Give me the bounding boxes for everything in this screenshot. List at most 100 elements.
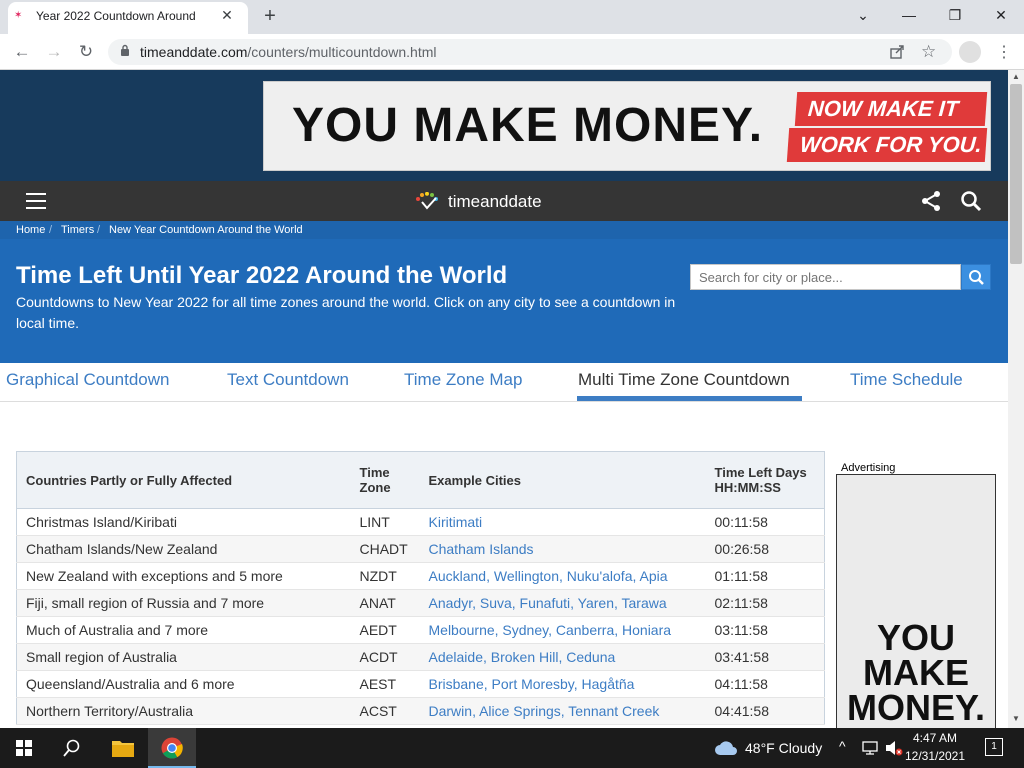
- breadcrumb-home[interactable]: Home: [16, 224, 45, 236]
- scroll-down-icon[interactable]: ▼: [1008, 712, 1024, 726]
- example-cities-link[interactable]: Kiritimati: [419, 508, 706, 536]
- country-cell: Small region of Australia: [16, 643, 351, 671]
- search-button-icon: [969, 270, 984, 285]
- breadcrumb-current[interactable]: New Year Countdown Around the World: [109, 224, 303, 236]
- close-window-button[interactable]: ✕: [978, 0, 1024, 32]
- time-zone-cell: NZDT: [350, 562, 420, 590]
- time-left-cell: 04:11:58: [705, 670, 825, 698]
- taskbar-search-icon[interactable]: [63, 739, 81, 757]
- column-header-time-left: Time Left Days HH:MM:SS: [705, 451, 825, 509]
- maximize-button[interactable]: ❐: [932, 0, 978, 32]
- table-row: Fiji, small region of Russia and 7 more A…: [16, 589, 825, 617]
- scrollbar-thumb[interactable]: [1010, 84, 1022, 264]
- table-row: Queensland/Australia and 6 more AEST Brisb…: [16, 670, 825, 698]
- scroll-up-icon[interactable]: ▲: [1008, 70, 1024, 84]
- column-header-example-cities: Example Cities: [419, 451, 706, 509]
- share-page-icon[interactable]: [889, 44, 905, 60]
- country-cell: Fiji, small region of Russia and 7 more: [16, 589, 351, 617]
- tab-time-zone-map[interactable]: Time Zone Map: [404, 370, 522, 390]
- url-path: /counters/multicountdown.html: [247, 44, 437, 60]
- breadcrumb-separator: /: [97, 224, 101, 236]
- time-zone-cell: LINT: [350, 508, 420, 536]
- search-icon[interactable]: [960, 190, 982, 212]
- ad-tagline-2: WORK FOR YOU.: [786, 128, 988, 162]
- tab-search-icon[interactable]: ⌄: [840, 0, 886, 32]
- reload-button[interactable]: ↻: [74, 40, 98, 64]
- tab-graphical-countdown[interactable]: Graphical Countdown: [6, 370, 169, 390]
- url-text[interactable]: timeanddate.com/counters/multicountdown.…: [140, 44, 437, 60]
- site-logo[interactable]: timeanddate: [448, 192, 542, 212]
- active-tab-indicator: [577, 396, 802, 401]
- bookmark-star-icon[interactable]: ☆: [921, 42, 936, 62]
- network-icon[interactable]: [862, 741, 878, 755]
- top-ad-banner[interactable]: YOU MAKE MONEY. NOW MAKE IT WORK FOR YOU…: [263, 81, 991, 171]
- table-row: Chatham Islands/New Zealand CHADT Chatham …: [16, 535, 825, 563]
- country-cell: Chatham Islands/New Zealand: [16, 535, 351, 563]
- table-header-row: Countries Partly or Fully Affected Time …: [16, 451, 825, 509]
- column-header-countries: Countries Partly or Fully Affected: [16, 451, 351, 509]
- hamburger-menu-icon[interactable]: [26, 193, 46, 209]
- table-row: Christmas Island/Kiribati LINT Kiritimati 0…: [16, 508, 825, 536]
- time-left-cell: 03:41:58: [705, 643, 825, 671]
- breadcrumb-separator: /: [49, 224, 53, 236]
- forward-button[interactable]: →: [42, 40, 66, 64]
- city-search-input[interactable]: [690, 264, 961, 290]
- chevron-up-icon[interactable]: ^: [839, 738, 846, 754]
- ad-tagline-1: NOW MAKE IT: [794, 92, 988, 126]
- side-ad[interactable]: YOU MAKE MONEY.: [836, 474, 996, 734]
- tab-time-schedule[interactable]: Time Schedule: [850, 370, 963, 390]
- new-tab-button[interactable]: +: [258, 5, 282, 29]
- browser-menu-icon[interactable]: ⋮: [996, 42, 1012, 62]
- country-cell: New Zealand with exceptions and 5 more: [16, 562, 351, 590]
- table-row: New Zealand with exceptions and 5 more NZ…: [16, 562, 825, 590]
- example-cities-link[interactable]: Adelaide, Broken Hill, Ceduna: [419, 643, 706, 671]
- table-row: Northern Territory/Australia ACST Darwin, …: [16, 697, 825, 725]
- country-cell: Northern Territory/Australia: [16, 697, 351, 725]
- clock-date[interactable]: 12/31/2021: [900, 749, 970, 763]
- example-cities-link[interactable]: Chatham Islands: [419, 535, 706, 563]
- example-cities-link[interactable]: Auckland, Wellington, Nuku'alofa, Apia: [419, 562, 706, 590]
- time-left-cell: 03:11:58: [705, 616, 825, 644]
- logo-icon[interactable]: [414, 192, 444, 212]
- site-favicon-icon: ✶: [14, 10, 23, 21]
- windows-start-icon[interactable]: [16, 740, 32, 756]
- tab-text-countdown[interactable]: Text Countdown: [227, 370, 349, 390]
- notification-center-icon[interactable]: 1: [985, 738, 1003, 756]
- country-cell: Queensland/Australia and 6 more: [16, 670, 351, 698]
- example-cities-link[interactable]: Darwin, Alice Springs, Tennant Creek: [419, 697, 706, 725]
- share-icon[interactable]: [920, 190, 942, 212]
- file-explorer-icon[interactable]: [111, 738, 135, 758]
- cloudy-weather-icon[interactable]: [714, 740, 738, 756]
- time-left-cell: 04:41:58: [705, 697, 825, 725]
- ad-headline: YOU MAKE MONEY.: [292, 99, 764, 152]
- lock-icon: [121, 44, 129, 56]
- chrome-taskbar-button[interactable]: [148, 728, 196, 768]
- table-row: Small region of Australia ACDT Adelaide, B…: [16, 643, 825, 671]
- time-zone-cell: ACST: [350, 697, 420, 725]
- back-button[interactable]: ←: [10, 40, 34, 64]
- tab-title: Year 2022 Countdown Around The World: [36, 9, 196, 23]
- time-zone-cell: AEST: [350, 670, 420, 698]
- url-host: timeanddate.com: [140, 44, 248, 60]
- example-cities-link[interactable]: Anadyr, Suva, Funafuti, Yaren, Tarawa: [419, 589, 706, 617]
- example-cities-link[interactable]: Brisbane, Port Moresby, Hagåtña: [419, 670, 706, 698]
- time-zone-cell: ACDT: [350, 643, 420, 671]
- tab-close-icon[interactable]: ✕: [218, 6, 236, 24]
- time-left-cell: 00:26:58: [705, 535, 825, 563]
- countdown-table: Countries Partly or Fully Affected Time …: [16, 451, 825, 725]
- clock-time[interactable]: 4:47 AM: [900, 731, 970, 745]
- search-button[interactable]: [961, 264, 991, 290]
- notification-count: 1: [991, 741, 997, 752]
- tab-multi-time-zone-countdown[interactable]: Multi Time Zone Countdown: [578, 370, 790, 390]
- time-zone-cell: CHADT: [350, 535, 420, 563]
- minimize-button[interactable]: —: [886, 0, 932, 32]
- profile-avatar[interactable]: [959, 41, 981, 63]
- weather-text[interactable]: 48°F Cloudy: [745, 740, 822, 756]
- column-header-time-zone: Time Zone: [350, 451, 420, 509]
- advertising-label: Advertising: [841, 462, 896, 474]
- time-left-cell: 00:11:58: [705, 508, 825, 536]
- breadcrumb-timers[interactable]: Timers: [61, 224, 94, 236]
- page-description: Countdowns to New Year 2022 for all time…: [16, 294, 676, 331]
- example-cities-link[interactable]: Melbourne, Sydney, Canberra, Honiara: [419, 616, 706, 644]
- country-cell: Much of Australia and 7 more: [16, 616, 351, 644]
